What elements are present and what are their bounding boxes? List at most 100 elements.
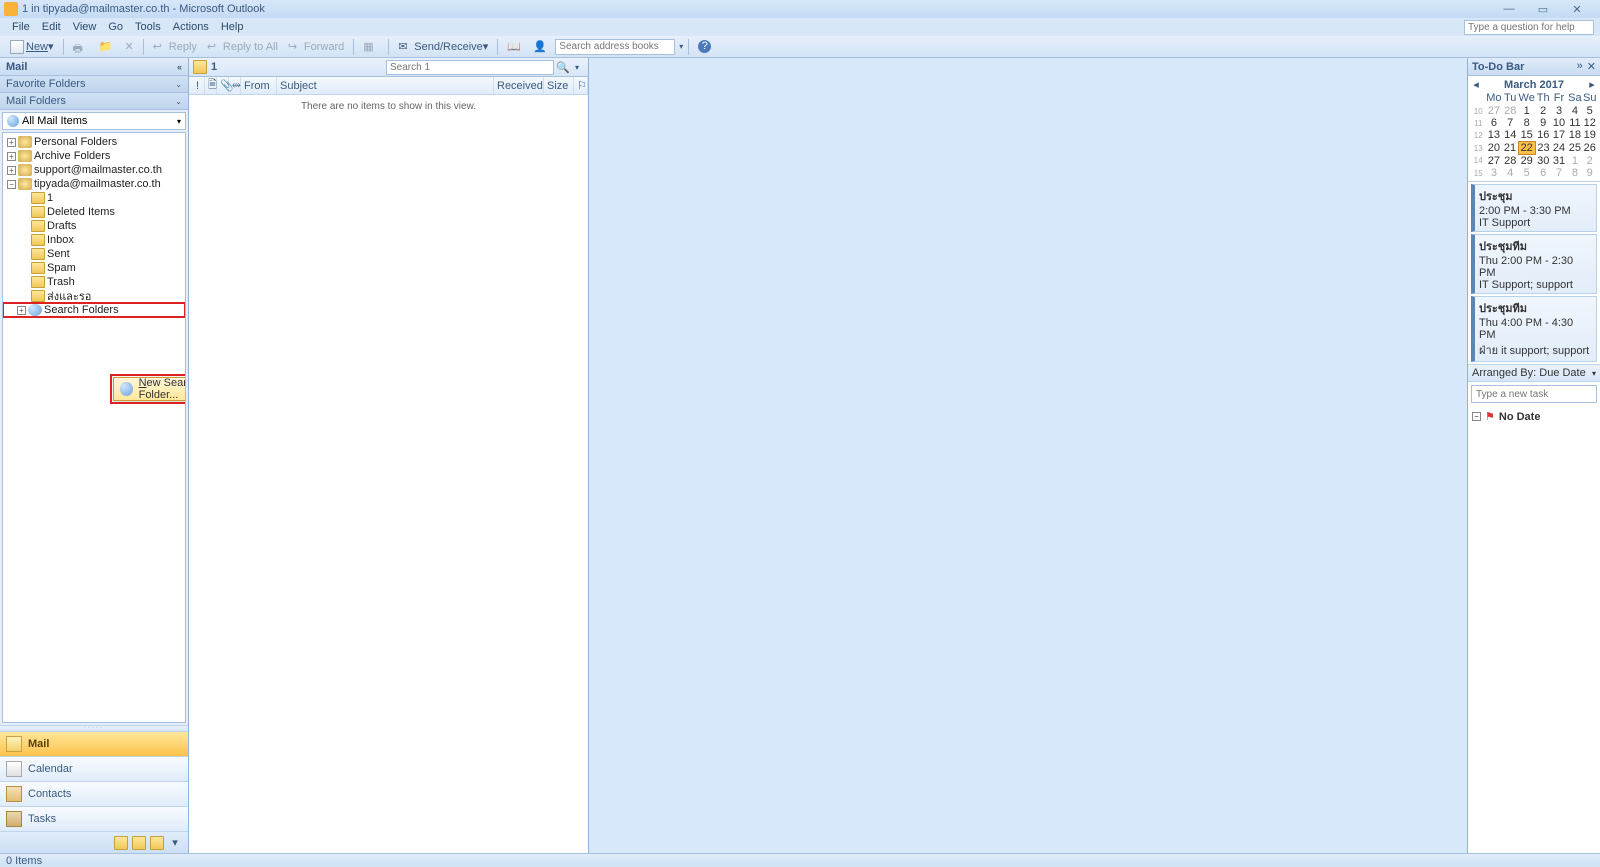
help-button[interactable]: ? [694,38,715,56]
search-folder-icon [120,382,133,396]
col-flag[interactable]: ⚐ [574,77,588,94]
appointment-item[interactable]: ประชุม2:00 PM - 3:30 PMIT Support [1471,184,1597,232]
favorite-folders-header[interactable]: Favorite Folders ⌄ [0,76,188,93]
reply-all-button[interactable]: ↩Reply to All [203,38,282,56]
menu-file[interactable]: File [6,21,36,33]
print-icon: 🖶 [73,40,87,54]
empty-message: There are no items to show in this view. [189,95,588,112]
col-reminder[interactable]: 🗎 [205,77,217,94]
search-dropdown-icon[interactable]: ▾ [570,63,584,72]
col-from[interactable]: From [241,77,277,94]
folder-1[interactable]: 1 [3,191,185,205]
folder-thai[interactable]: ส่งและรอ [3,289,185,303]
search-icon[interactable]: 🔍 [556,61,570,74]
menu-help[interactable]: Help [215,21,250,33]
next-month-button[interactable]: ▸ [1587,78,1597,91]
list-header: 1 🔍 ▾ [189,58,588,77]
reply-all-icon: ↩ [207,40,221,54]
nav-calendar-button[interactable]: Calendar [0,756,188,781]
tree-personal-folders[interactable]: +Personal Folders [3,135,185,149]
appointment-item[interactable]: ประชุมทีมThu 4:00 PM - 4:30 PMฝ่าย it su… [1471,296,1597,362]
find-contact-button[interactable]: 📖 [503,38,527,56]
col-attachment[interactable]: ⥈ [229,77,241,94]
tree-tipyada-account[interactable]: −tipyada@mailmaster.co.th [3,177,185,191]
delete-button[interactable]: ✕ [121,38,138,56]
folder-icon [193,60,207,74]
folder-trash[interactable]: Trash [3,275,185,289]
move-button[interactable]: 📁 [95,38,119,56]
col-size[interactable]: Size [544,77,574,94]
menu-view[interactable]: View [67,21,103,33]
close-button[interactable]: ✕ [1566,3,1588,16]
shortcuts-icon[interactable] [150,836,164,850]
dropdown-arrow-icon: ▾ [177,117,181,126]
collapse-nav-icon[interactable]: « [177,62,182,72]
appointment-item[interactable]: ประชุมทีมThu 2:00 PM - 2:30 PMIT Support… [1471,234,1597,294]
folder-deleted[interactable]: Deleted Items [3,205,185,219]
configure-buttons-icon[interactable]: ▾ [168,836,182,850]
reply-button[interactable]: ↩Reply [149,38,201,56]
tree-archive-folders[interactable]: +Archive Folders [3,149,185,163]
nav-mail-button[interactable]: Mail [0,731,188,756]
minimize-button[interactable]: — [1498,3,1520,16]
menu-go[interactable]: Go [102,21,129,33]
menu-tools[interactable]: Tools [129,21,167,33]
notes-icon[interactable] [114,836,128,850]
nav-header-label: Mail [6,61,27,73]
new-button[interactable]: New ▾ [6,38,58,56]
prev-month-button[interactable]: ◂ [1471,78,1481,91]
categorize-button[interactable]: ▦ [359,38,383,56]
reply-icon: ↩ [153,40,167,54]
mail-folders-header[interactable]: Mail Folders ⌄ [0,93,188,110]
folder-drafts[interactable]: Drafts [3,219,185,233]
nav-contacts-button[interactable]: Contacts [0,781,188,806]
all-mail-items-dropdown[interactable]: All Mail Items ▾ [2,112,186,130]
mail-icon [6,736,22,752]
todo-close-icon[interactable]: ✕ [1587,60,1596,73]
move-icon: 📁 [99,40,113,54]
help-icon: ? [698,40,711,53]
search-address-books-input[interactable] [555,39,675,55]
menu-actions[interactable]: Actions [167,21,215,33]
new-icon [10,40,24,54]
menu-new-search-folder[interactable]: New Search Folder... [116,380,186,398]
address-book-icon: 📖 [507,40,521,54]
col-subject[interactable]: Subject [277,77,494,94]
tree-support-account[interactable]: +support@mailmaster.co.th [3,163,185,177]
nav-tasks-button[interactable]: Tasks [0,806,188,831]
contacts-icon: 👤 [533,40,547,54]
new-task-input[interactable] [1471,385,1597,403]
menu-edit[interactable]: Edit [36,21,67,33]
window-controls: — ▭ ✕ [1498,3,1588,16]
folder-sent[interactable]: Sent [3,247,185,261]
col-importance[interactable]: ! [193,77,205,94]
address-book-button[interactable]: 👤 [529,38,553,56]
window-title: 1 in tipyada@mailmaster.co.th - Microsof… [22,3,1498,15]
folder-icon [31,206,45,218]
folder-spam[interactable]: Spam [3,261,185,275]
navigation-pane: Mail « Favorite Folders ⌄ Mail Folders ⌄… [0,58,189,853]
calendar-grid[interactable]: MoTuWeThFrSaSu 1027281234511678910111212… [1471,91,1597,179]
menu-label: New Search Folder... [139,377,186,401]
column-header: ! 🗎 📎 ⥈ From Subject Received Size ⚐ [189,77,588,95]
arranged-by[interactable]: Arranged By: Due Date▾ [1468,364,1600,382]
send-receive-button[interactable]: ✉Send/Receive ▾ [394,38,492,56]
col-received[interactable]: Received [494,77,544,94]
datastore-icon [18,150,32,162]
help-search-input[interactable] [1464,20,1594,35]
search-folders-node[interactable]: +Search Folders [3,303,185,317]
col-icon[interactable]: 📎 [217,77,229,94]
task-group-nodate[interactable]: − ⚑ No Date [1472,410,1596,423]
todo-collapse-icon[interactable]: » [1577,60,1583,73]
expand-icon: − [1472,412,1481,421]
maximize-button[interactable]: ▭ [1532,3,1554,16]
forward-button[interactable]: ↪Forward [284,38,348,56]
context-menu: New Search Folder... [113,377,186,401]
datastore-icon [18,136,32,148]
folder-list-icon[interactable] [132,836,146,850]
search-folder-input[interactable] [386,60,554,75]
folder-inbox[interactable]: Inbox [3,233,185,247]
print-button[interactable]: 🖶 [69,38,93,56]
reading-pane [589,58,1468,853]
nav-header-mail: Mail « [0,58,188,76]
